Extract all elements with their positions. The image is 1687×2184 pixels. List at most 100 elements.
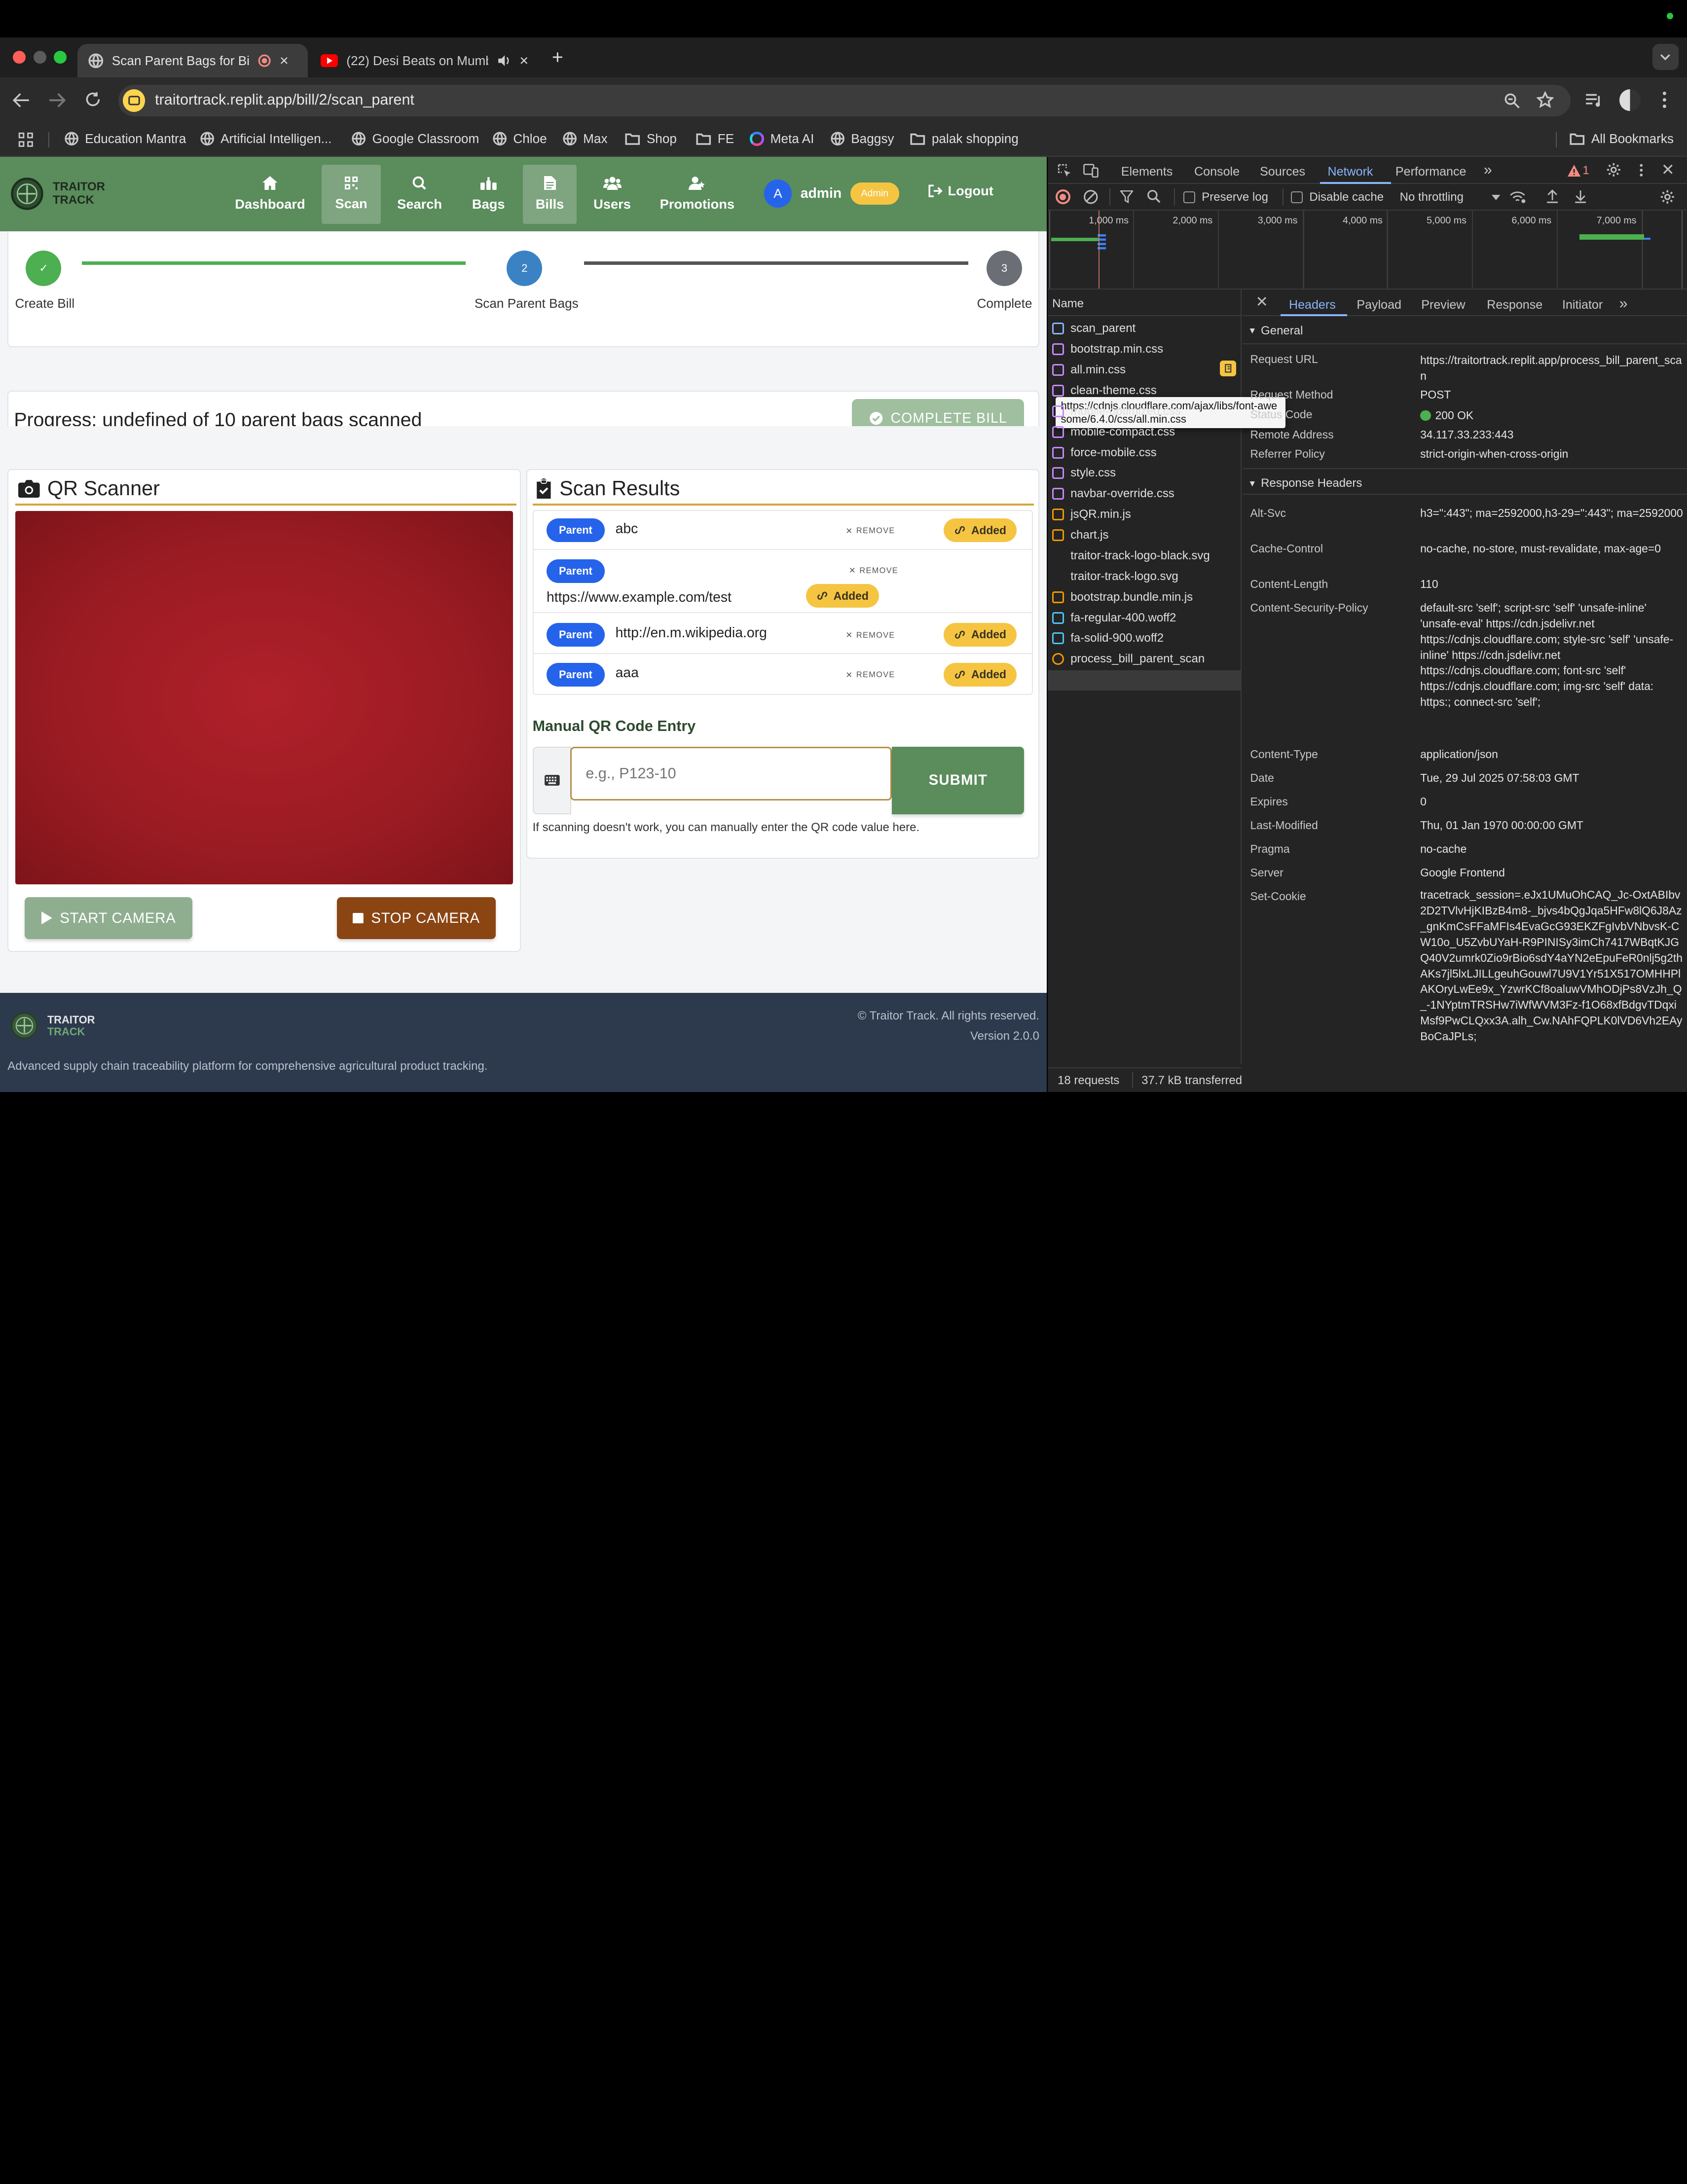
more-tabs-icon[interactable]: » <box>1484 161 1492 179</box>
devtools-tab-network[interactable]: Network <box>1327 165 1373 179</box>
filter-icon[interactable] <box>1120 190 1133 204</box>
request-row[interactable]: clean-theme.css <box>1052 380 1242 400</box>
nav-dashboard[interactable]: Dashboard <box>229 165 311 224</box>
bookmark-max[interactable]: Max <box>563 131 608 146</box>
preserve-log-checkbox[interactable]: Preserve log <box>1183 190 1268 204</box>
detail-tab-response[interactable]: Response <box>1487 298 1542 312</box>
throttling-select[interactable]: No throttling <box>1400 190 1501 204</box>
disable-cache-checkbox[interactable]: Disable cache <box>1291 190 1384 204</box>
nav-bags[interactable]: Bags <box>463 165 514 224</box>
devtools-tab-performance[interactable]: Performance <box>1395 165 1467 179</box>
browser-tab-active[interactable]: Scan Parent Bags for Bill × <box>77 44 308 78</box>
browser-tab[interactable]: (22) Desi Beats on Mumba × <box>310 44 540 77</box>
address-bar[interactable]: traitortrack.replit.app/bill/2/scan_pare… <box>118 85 1571 116</box>
nav-bills[interactable]: Bills <box>523 164 577 224</box>
request-row[interactable]: scan_parent <box>1052 319 1242 339</box>
devtools-tab-console[interactable]: Console <box>1194 165 1240 179</box>
name-column-header[interactable]: Name <box>1052 297 1084 311</box>
detail-tab-headers[interactable]: Headers <box>1289 298 1336 312</box>
tab-search-button[interactable] <box>1652 44 1679 70</box>
close-window-button[interactable] <box>13 50 26 64</box>
close-tab-icon[interactable]: × <box>280 52 289 70</box>
request-row[interactable]: mobile-optimized.css <box>1052 401 1242 421</box>
request-row[interactable]: fa-solid-900.woff2 <box>1052 628 1242 649</box>
request-row[interactable]: navbar-override.css <box>1052 484 1242 504</box>
request-row[interactable]: traitor-track-logo-black.svg <box>1052 546 1242 566</box>
user-menu[interactable]: A admin Admin <box>764 180 899 208</box>
request-row[interactable]: all.min.css <box>1052 360 1242 380</box>
back-icon[interactable] <box>13 93 30 108</box>
clear-icon[interactable] <box>1083 189 1099 205</box>
request-row[interactable]: style.css <box>1052 463 1242 483</box>
nav-promotions[interactable]: Promotions <box>655 165 739 224</box>
zoom-icon[interactable] <box>1504 93 1520 109</box>
device-toolbar-icon[interactable] <box>1083 163 1099 178</box>
request-row[interactable]: bootstrap.min.css <box>1052 339 1242 359</box>
nav-search[interactable]: Search <box>392 165 447 224</box>
devtools-tab-elements[interactable]: Elements <box>1121 165 1173 179</box>
minimize-window-button[interactable] <box>33 50 46 64</box>
devtools-menu-icon[interactable] <box>1640 163 1643 177</box>
nav-scan[interactable]: Scan <box>322 164 381 224</box>
devtools-tab-sources[interactable]: Sources <box>1260 165 1305 179</box>
close-tab-icon[interactable]: × <box>519 52 528 70</box>
bookmark-baggsy[interactable]: Baggsy <box>831 131 894 146</box>
request-row[interactable]: process_bill_parent_scan <box>1052 649 1242 669</box>
forward-icon[interactable] <box>48 93 66 108</box>
general-section-toggle[interactable]: ▼ General <box>1248 324 1303 338</box>
request-row[interactable]: fa-regular-400.woff2 <box>1052 608 1242 628</box>
detail-tab-payload[interactable]: Payload <box>1357 298 1401 312</box>
bookmark-folder-fe[interactable]: FE <box>696 131 734 146</box>
reload-icon[interactable] <box>85 91 101 108</box>
remove-button[interactable]: ✕ REMOVE <box>845 526 895 536</box>
remove-button[interactable]: ✕ REMOVE <box>845 630 895 640</box>
network-conditions-icon[interactable] <box>1509 190 1526 203</box>
logout-button[interactable]: Logout <box>928 183 993 199</box>
submit-button[interactable]: SUBMIT <box>892 746 1025 815</box>
brand-logo[interactable]: TRAITOR TRACK <box>10 177 105 211</box>
detail-tab-initiator[interactable]: Initiator <box>1562 298 1603 312</box>
inspect-element-icon[interactable] <box>1058 164 1071 178</box>
bookmark-google-classroom[interactable]: Google Classroom <box>352 131 479 146</box>
manual-qr-input[interactable] <box>570 746 892 801</box>
response-headers-toggle[interactable]: ▼ Response Headers <box>1248 476 1362 490</box>
network-settings-gear-icon[interactable] <box>1660 189 1675 205</box>
more-detail-tabs-icon[interactable]: » <box>1619 295 1628 312</box>
request-row[interactable]: traitor-track-logo.svg <box>1052 566 1242 586</box>
bookmark-chloe[interactable]: Chloe <box>493 131 547 146</box>
remove-button[interactable]: ✕ REMOVE <box>845 670 895 680</box>
search-icon[interactable] <box>1147 189 1161 203</box>
browser-menu-icon[interactable] <box>1662 91 1667 109</box>
bookmark-folder-palak-shopping[interactable]: palak shopping <box>910 131 1019 146</box>
export-har-icon[interactable] <box>1574 189 1587 203</box>
import-har-icon[interactable] <box>1546 189 1559 203</box>
bookmark-folder-shop[interactable]: Shop <box>625 131 677 146</box>
bookmark-education-mantra[interactable]: Education Mantra <box>65 131 186 146</box>
issues-counter[interactable]: 1 <box>1567 164 1589 178</box>
complete-bill-button[interactable]: COMPLETE BILL <box>852 399 1025 426</box>
request-row[interactable]: bootstrap.bundle.min.js <box>1052 587 1242 607</box>
bookmark-meta-ai[interactable]: Meta AI <box>750 131 814 146</box>
bookmark-artificial-intelligence[interactable]: Artificial Intelligen... <box>200 131 331 146</box>
apps-grid-icon[interactable] <box>18 132 34 147</box>
stop-camera-button[interactable]: STOP CAMERA <box>336 897 496 940</box>
all-bookmarks[interactable]: All Bookmarks <box>1570 131 1674 146</box>
close-detail-icon[interactable]: ✕ <box>1255 293 1268 311</box>
maximize-window-button[interactable] <box>54 50 67 64</box>
request-row[interactable]: jsQR.min.js <box>1052 505 1242 525</box>
bookmark-star-icon[interactable] <box>1536 91 1554 109</box>
detail-tab-preview[interactable]: Preview <box>1421 298 1465 312</box>
request-row[interactable]: mobile-compact.css <box>1052 422 1242 442</box>
new-tab-icon[interactable]: + <box>552 46 563 69</box>
start-camera-button[interactable]: START CAMERA <box>25 897 193 940</box>
request-row[interactable]: force-mobile.css <box>1052 442 1242 463</box>
nav-users[interactable]: Users <box>587 165 638 224</box>
close-devtools-icon[interactable]: ✕ <box>1661 160 1675 179</box>
settings-gear-icon[interactable] <box>1606 162 1621 178</box>
request-row[interactable]: chart.js <box>1052 525 1242 545</box>
site-info-icon[interactable] <box>122 89 146 112</box>
remove-button[interactable]: ✕ REMOVE <box>849 566 898 576</box>
media-control-icon[interactable] <box>1585 93 1602 108</box>
profile-avatar[interactable] <box>1619 89 1641 111</box>
camera-preview[interactable] <box>15 511 513 884</box>
